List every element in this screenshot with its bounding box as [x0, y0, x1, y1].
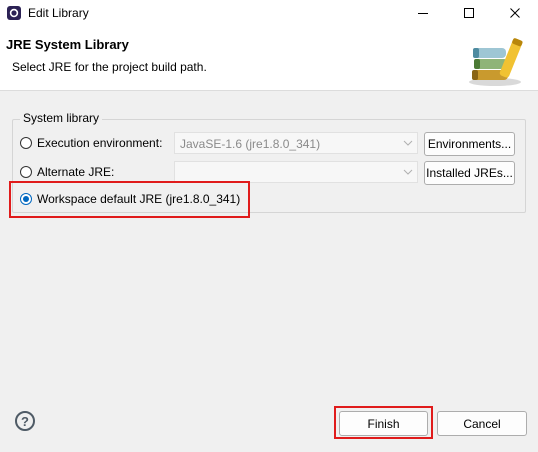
execution-environment-label: Execution environment: — [37, 136, 163, 150]
execution-environment-radio[interactable]: Execution environment: — [20, 136, 162, 150]
alternate-jre-label: Alternate JRE: — [37, 165, 115, 179]
installed-jres-button[interactable]: Installed JREs... — [424, 161, 515, 185]
execution-environment-radio-circle[interactable] — [20, 137, 32, 149]
maximize-icon — [464, 8, 474, 18]
maximize-button[interactable] — [446, 0, 492, 26]
dialog-title: JRE System Library — [6, 37, 129, 52]
dialog-description: Select JRE for the project build path. — [12, 60, 207, 74]
workspace-default-highlight — [9, 181, 250, 218]
minimize-icon — [418, 13, 428, 14]
dialog-header: JRE System Library Select JRE for the pr… — [0, 26, 538, 91]
execution-environment-combo-value: JavaSE-1.6 (jre1.8.0_341) — [180, 137, 321, 151]
minimize-button[interactable] — [400, 0, 446, 26]
chevron-down-icon — [403, 140, 413, 146]
alternate-jre-radio-circle[interactable] — [20, 166, 32, 178]
alternate-jre-combo[interactable] — [174, 161, 418, 183]
title-bar: Edit Library — [0, 0, 538, 26]
close-button[interactable] — [492, 0, 538, 26]
environments-button[interactable]: Environments... — [424, 132, 515, 156]
library-books-icon — [469, 38, 523, 86]
close-icon — [510, 8, 520, 18]
cancel-button[interactable]: Cancel — [437, 411, 527, 436]
chevron-down-icon — [403, 169, 413, 175]
help-icon[interactable]: ? — [15, 411, 35, 431]
alternate-jre-radio[interactable]: Alternate JRE: — [20, 165, 114, 179]
eclipse-app-icon — [7, 6, 21, 20]
window-title: Edit Library — [28, 6, 89, 20]
system-library-group-label: System library — [20, 111, 103, 125]
finish-highlight — [334, 406, 433, 439]
execution-environment-combo[interactable]: JavaSE-1.6 (jre1.8.0_341) — [174, 132, 418, 154]
